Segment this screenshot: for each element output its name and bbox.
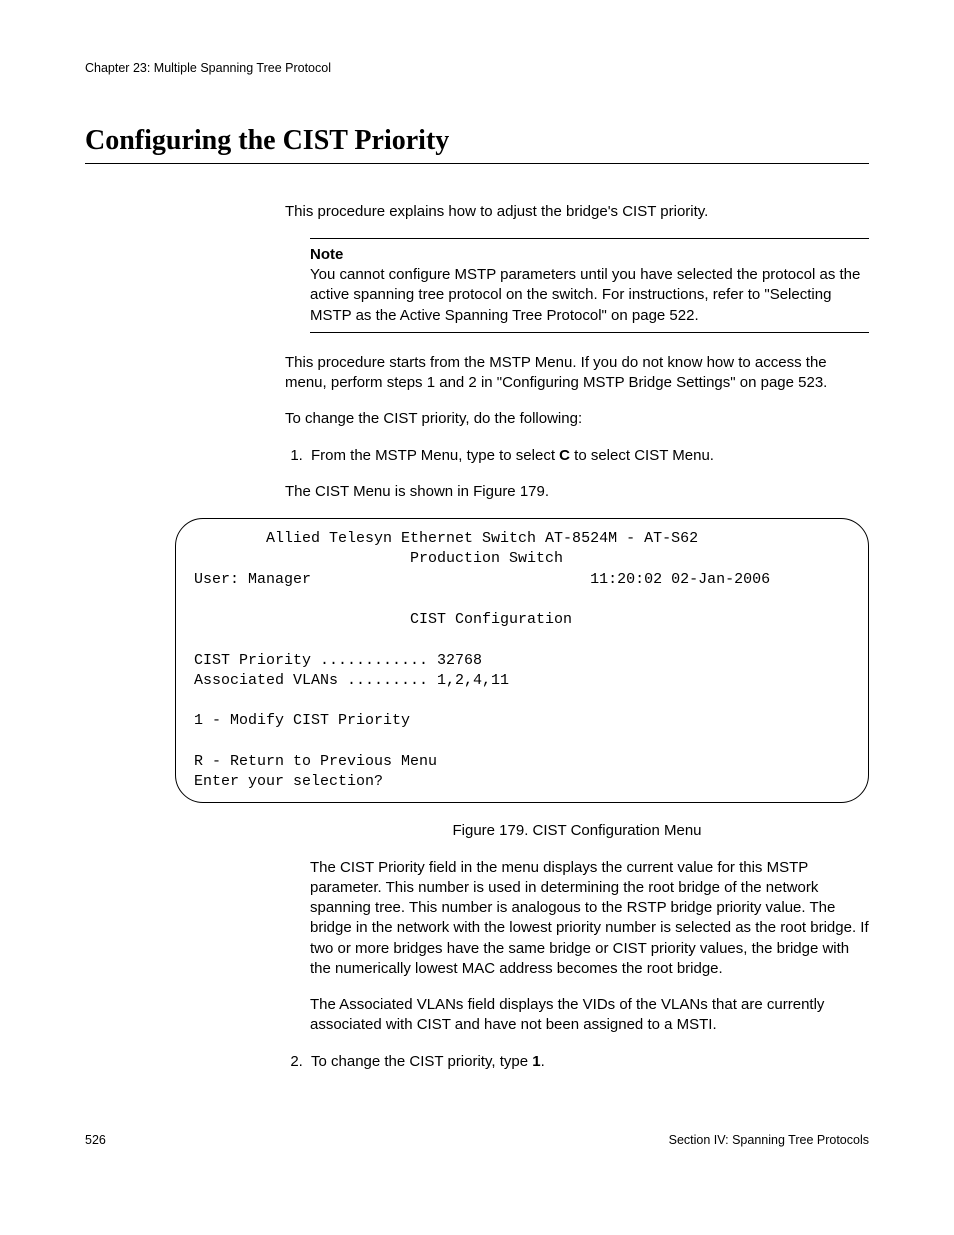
step-list-2: To change the CIST priority, type 1. (285, 1052, 869, 1072)
page-number: 526 (85, 1132, 106, 1149)
terminal-prompt: Enter your selection? (194, 773, 383, 790)
note-box: Note You cannot configure MSTP parameter… (310, 238, 869, 333)
chapter-header: Chapter 23: Multiple Spanning Tree Proto… (85, 60, 869, 77)
figure-caption: Figure 179. CIST Configuration Menu (285, 821, 869, 841)
step-2-bold: 1 (532, 1053, 540, 1070)
step-2-suffix: . (541, 1053, 545, 1070)
terminal-screen: Allied Telesyn Ethernet Switch AT-8524M … (175, 518, 869, 803)
intro-paragraph: This procedure explains how to adjust th… (285, 202, 869, 222)
terminal-assoc-vlans: Associated VLANs ......... 1,2,4,11 (194, 672, 509, 689)
section-label: Section IV: Spanning Tree Protocols (669, 1132, 869, 1149)
terminal-option-1: 1 - Modify CIST Priority (194, 712, 410, 729)
step-1: From the MSTP Menu, type to select C to … (307, 446, 869, 466)
step-1-bold: C (559, 447, 570, 464)
terminal-line-2: Production Switch (194, 550, 563, 567)
terminal-option-r: R - Return to Previous Menu (194, 753, 437, 770)
terminal-heading: CIST Configuration (194, 611, 572, 628)
page-title: Configuring the CIST Priority (85, 122, 869, 164)
assoc-vlans-paragraph: The Associated VLANs field displays the … (310, 995, 869, 1036)
terminal-user: User: Manager (194, 571, 311, 588)
step-1-sub: The CIST Menu is shown in Figure 179. (285, 482, 869, 502)
step-1-prefix: From the MSTP Menu, type to select (311, 447, 559, 464)
step-1-suffix: to select CIST Menu. (570, 447, 714, 464)
terminal-datetime: 11:20:02 02-Jan-2006 (590, 571, 770, 588)
todo-paragraph: To change the CIST priority, do the foll… (285, 409, 869, 429)
note-body: You cannot configure MSTP parameters unt… (310, 265, 869, 326)
terminal-cist-priority: CIST Priority ............ 32768 (194, 652, 482, 669)
step-2-prefix: To change the CIST priority, type (311, 1053, 532, 1070)
page-footer: 526 Section IV: Spanning Tree Protocols (85, 1132, 869, 1149)
note-label: Note (310, 245, 869, 265)
step-list: From the MSTP Menu, type to select C to … (285, 446, 869, 466)
cist-field-paragraph: The CIST Priority field in the menu disp… (310, 858, 869, 980)
step-2: To change the CIST priority, type 1. (307, 1052, 869, 1072)
menu-start-paragraph: This procedure starts from the MSTP Menu… (285, 353, 869, 394)
terminal-line-1: Allied Telesyn Ethernet Switch AT-8524M … (194, 530, 698, 547)
